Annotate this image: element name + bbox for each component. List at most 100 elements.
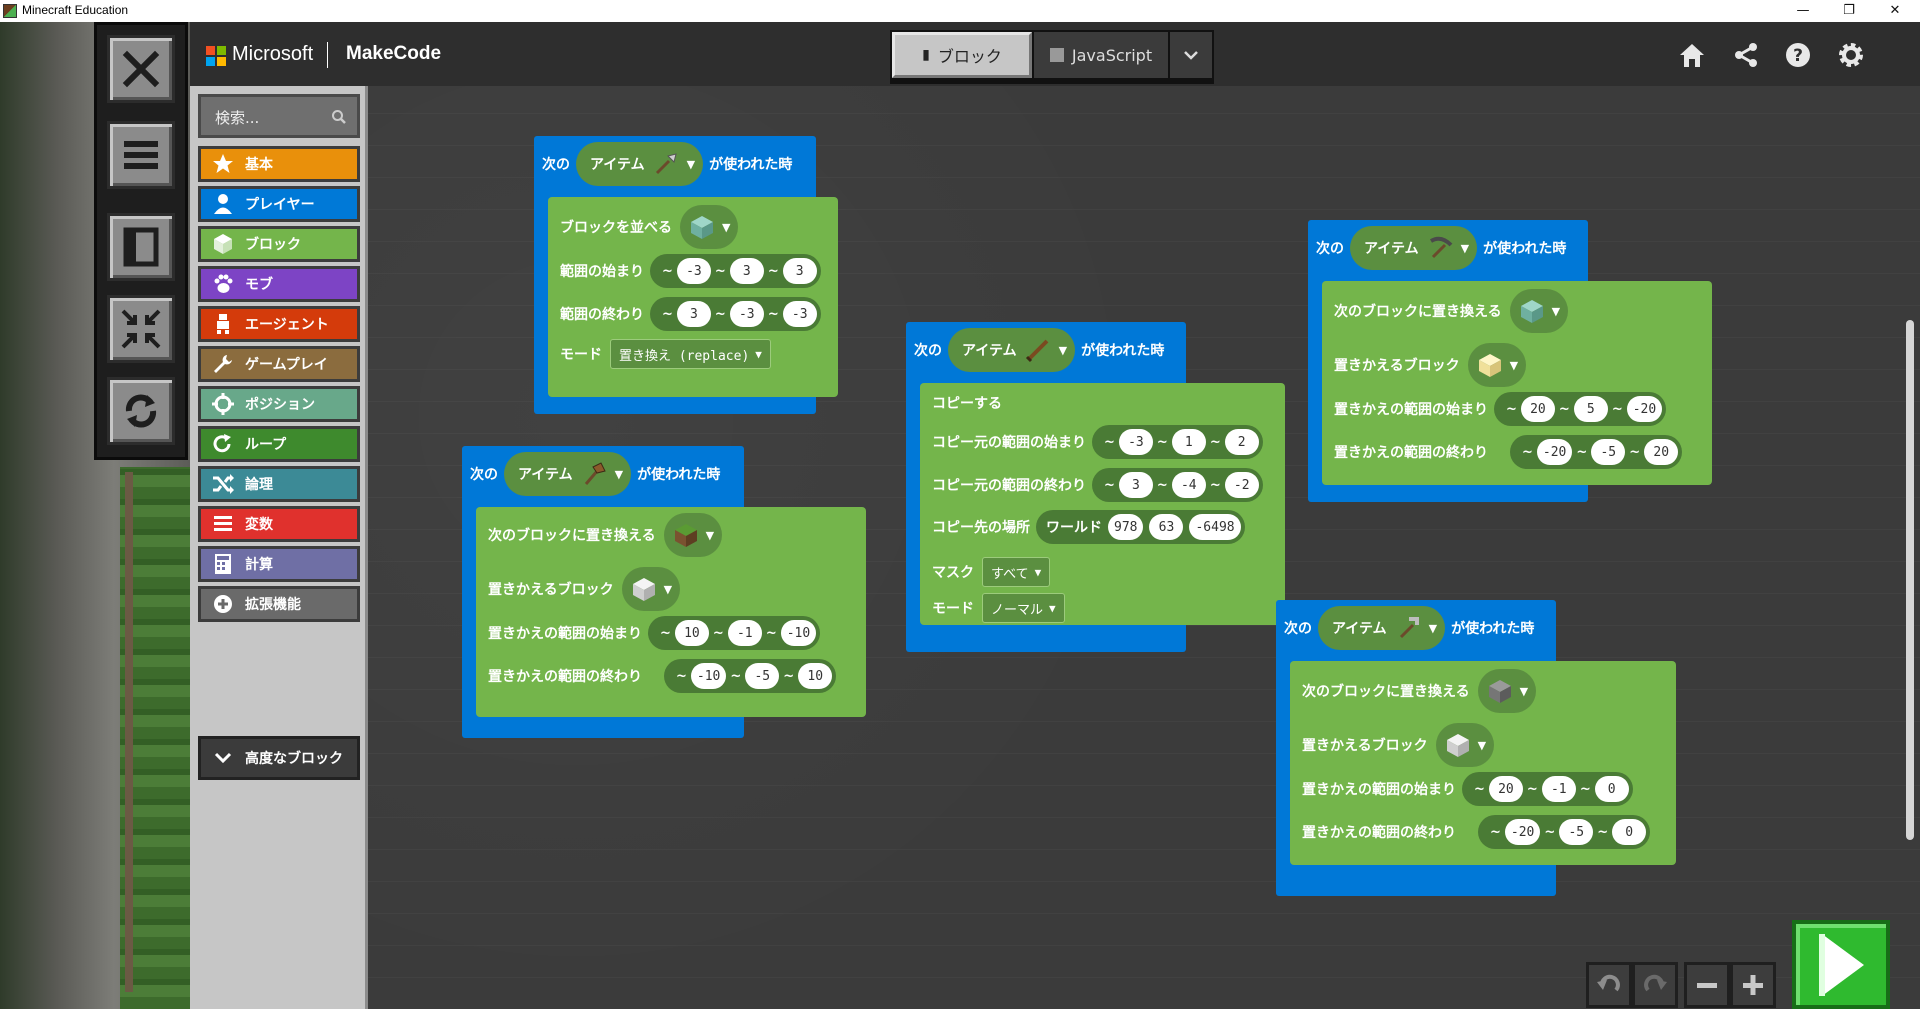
run-code-button[interactable]	[1792, 920, 1890, 1009]
undo-icon	[1597, 974, 1620, 992]
toolbox-palette: 検索... 基本プレイヤーブロックモブエージェント ゲームプレイ ポジションループ論…	[190, 86, 368, 1009]
position-to[interactable]: ~ -10 ~ -5 ~10	[664, 659, 837, 693]
tab-blocks[interactable]: ▮ ブロック	[892, 32, 1032, 78]
microsoft-brand: Microsoft	[232, 43, 314, 65]
microsoft-logo-icon	[206, 46, 226, 66]
gear-icon[interactable]	[1836, 40, 1866, 70]
on-item-used-event-3[interactable]: 次の アイテム ▼ が使われた時 コピーする コピー元の範囲の始まり ~ -3 ~…	[906, 322, 1285, 652]
item-selector[interactable]: アイテム ▼	[1350, 226, 1478, 270]
layout-toggle-button[interactable]	[107, 213, 175, 281]
minimize-button[interactable]: —	[1780, 0, 1826, 22]
toolbox-search-input[interactable]: 検索...	[198, 94, 360, 138]
item-selector[interactable]: アイテム ▼	[948, 328, 1076, 372]
makecode-brand[interactable]: MakeCode	[346, 43, 441, 65]
help-icon[interactable]: ?	[1783, 40, 1813, 70]
person-icon	[211, 192, 235, 216]
plus-circle-icon	[211, 592, 235, 616]
toolbox-category-2[interactable]: ブロック	[198, 226, 360, 262]
refresh-button[interactable]	[107, 377, 175, 445]
clone-block[interactable]: コピーする コピー元の範囲の始まり ~ -3 ~1 ~2 コピー元の範囲の終わり …	[920, 383, 1285, 625]
toolbox-category-7[interactable]: ループ	[198, 426, 360, 462]
axe-icon	[584, 462, 606, 485]
refresh-icon	[125, 394, 157, 428]
loop-icon	[211, 432, 235, 456]
share-icon[interactable]	[1731, 40, 1761, 70]
white-block-icon	[1446, 734, 1469, 757]
tab-javascript[interactable]: JavaScript	[1032, 32, 1168, 78]
position-from[interactable]: ~20 ~ -1 ~0	[1462, 772, 1633, 806]
clone-mode-dropdown[interactable]: ノーマル ▼	[982, 593, 1065, 623]
grass-block-icon	[674, 524, 697, 547]
on-item-used-event-5[interactable]: 次の アイテム ▼ が使われた時 次のブロックに置き換える ▼ 置きかえるブロッ…	[1276, 600, 1676, 896]
position-to[interactable]: ~3 ~ -3 ~ -3	[650, 297, 821, 331]
blocks-workspace[interactable]: 次の アイテム ▼ が使われた時 ブロックを並べる ▼ 範囲の始まり ~ -3 ~	[368, 86, 1920, 1009]
zoom-out-button[interactable]	[1684, 962, 1730, 1008]
on-item-used-event-4[interactable]: 次の アイテム ▼ が使われた時 次のブロックに置き換える ▼ 置きかえるブロッ…	[1308, 220, 1712, 502]
replace-block[interactable]: 次のブロックに置き換える ▼ 置きかえるブロック ▼ 置きかえの範囲の始まり ~…	[1322, 281, 1712, 485]
from-block-selector[interactable]: ▼	[663, 513, 723, 557]
crosshair-icon	[211, 392, 235, 416]
item-selector[interactable]: アイテム ▼	[504, 452, 632, 496]
close-code-builder-button[interactable]	[107, 35, 175, 103]
fence-post	[125, 472, 133, 992]
position-to[interactable]: ~ -20 ~ -5 ~0	[1478, 815, 1651, 849]
from-block-selector[interactable]: ▼	[1509, 289, 1569, 333]
from-block-selector[interactable]: ▼	[1477, 669, 1537, 713]
stone-block-icon	[1488, 680, 1511, 703]
wrench-icon	[211, 352, 235, 376]
toolbox-category-6[interactable]: ポジション	[198, 386, 360, 422]
clone-source-from[interactable]: ~ -3 ~1 ~2	[1092, 425, 1263, 459]
language-dropdown-button[interactable]	[1168, 32, 1212, 78]
to-block-selector[interactable]: ▼	[1467, 343, 1527, 387]
toolbox-category-8[interactable]: 論理	[198, 466, 360, 502]
search-icon	[332, 110, 346, 124]
replace-block[interactable]: 次のブロックに置き換える ▼ 置きかえるブロック ▼ 置きかえの範囲の始まり ~…	[476, 507, 866, 717]
undo-button[interactable]	[1586, 962, 1632, 1008]
hamburger-icon	[124, 141, 158, 169]
to-block-selector[interactable]: ▼	[621, 567, 681, 611]
makecode-header: Microsoft MakeCode ▮ ブロック JavaScript ?	[190, 22, 1920, 86]
toolbox-category-3[interactable]: モブ	[198, 266, 360, 302]
menu-button[interactable]	[107, 121, 175, 189]
shrink-button[interactable]	[107, 295, 175, 363]
restore-button[interactable]: ❐	[1826, 0, 1872, 22]
on-item-used-event-2[interactable]: 次の アイテム ▼ が使われた時 次のブロックに置き換える ▼ 置きかえるブロッ…	[462, 446, 866, 738]
on-item-used-event-1[interactable]: 次の アイテム ▼ が使われた時 ブロックを並べる ▼ 範囲の始まり ~ -3 ~	[534, 136, 838, 414]
hoe-icon	[1399, 617, 1419, 639]
toolbox-category-9[interactable]: 変数	[198, 506, 360, 542]
block-type-selector[interactable]: ▼	[680, 205, 739, 249]
star-icon	[211, 152, 235, 176]
item-selector[interactable]: アイテム ▼	[576, 142, 704, 186]
redo-button[interactable]	[1632, 962, 1678, 1008]
close-button[interactable]: ✕	[1872, 0, 1918, 22]
item-selector[interactable]: アイテム ▼	[1318, 606, 1446, 650]
position-from[interactable]: ~10 ~ -1 ~ -10	[648, 616, 821, 650]
toolbox-category-11[interactable]: 拡張機能	[198, 586, 360, 622]
position-from[interactable]: ~20 ~5 ~ -20	[1494, 392, 1667, 426]
toolbox-category-5[interactable]: ゲームプレイ	[198, 346, 360, 382]
to-block-selector[interactable]: ▼	[1435, 723, 1495, 767]
replace-block[interactable]: 次のブロックに置き換える ▼ 置きかえるブロック ▼ 置きかえの範囲の始まり ~…	[1290, 661, 1676, 865]
toolbox-category-4[interactable]: エージェント	[198, 306, 360, 342]
position-from[interactable]: ~ -3 ~3 ~3	[650, 254, 821, 288]
mask-dropdown[interactable]: すべて ▼	[982, 557, 1051, 587]
toolbox-category-10[interactable]: 計算	[198, 546, 360, 582]
clone-source-to[interactable]: ~3 ~ -4 ~ -2	[1092, 468, 1263, 502]
fill-block[interactable]: ブロックを並べる ▼ 範囲の始まり ~ -3 ~3 ~3 範囲の終わり ~3 ~ -	[548, 197, 838, 397]
pickaxe-icon	[1429, 236, 1453, 259]
list-icon	[211, 512, 235, 536]
clone-destination[interactable]: ワールド 978 63 -6498	[1036, 510, 1245, 544]
minecraft-app-icon	[3, 4, 17, 18]
position-to[interactable]: ~ -20 ~ -5 ~20	[1510, 435, 1683, 469]
workspace-vertical-scrollbar[interactable]	[1906, 320, 1914, 840]
advanced-blocks-toggle[interactable]: 高度なブロック	[198, 736, 360, 780]
toolbox-category-1[interactable]: プレイヤー	[198, 186, 360, 222]
shuffle-icon	[211, 472, 235, 496]
plus-icon	[1743, 975, 1763, 995]
fill-mode-dropdown[interactable]: 置き換え (replace) ▼	[610, 339, 771, 369]
home-icon[interactable]	[1677, 40, 1707, 70]
sword-icon	[1025, 339, 1049, 363]
toolbox-category-0[interactable]: 基本	[198, 146, 360, 182]
svg-text:?: ?	[1793, 46, 1803, 66]
zoom-in-button[interactable]	[1730, 962, 1776, 1008]
